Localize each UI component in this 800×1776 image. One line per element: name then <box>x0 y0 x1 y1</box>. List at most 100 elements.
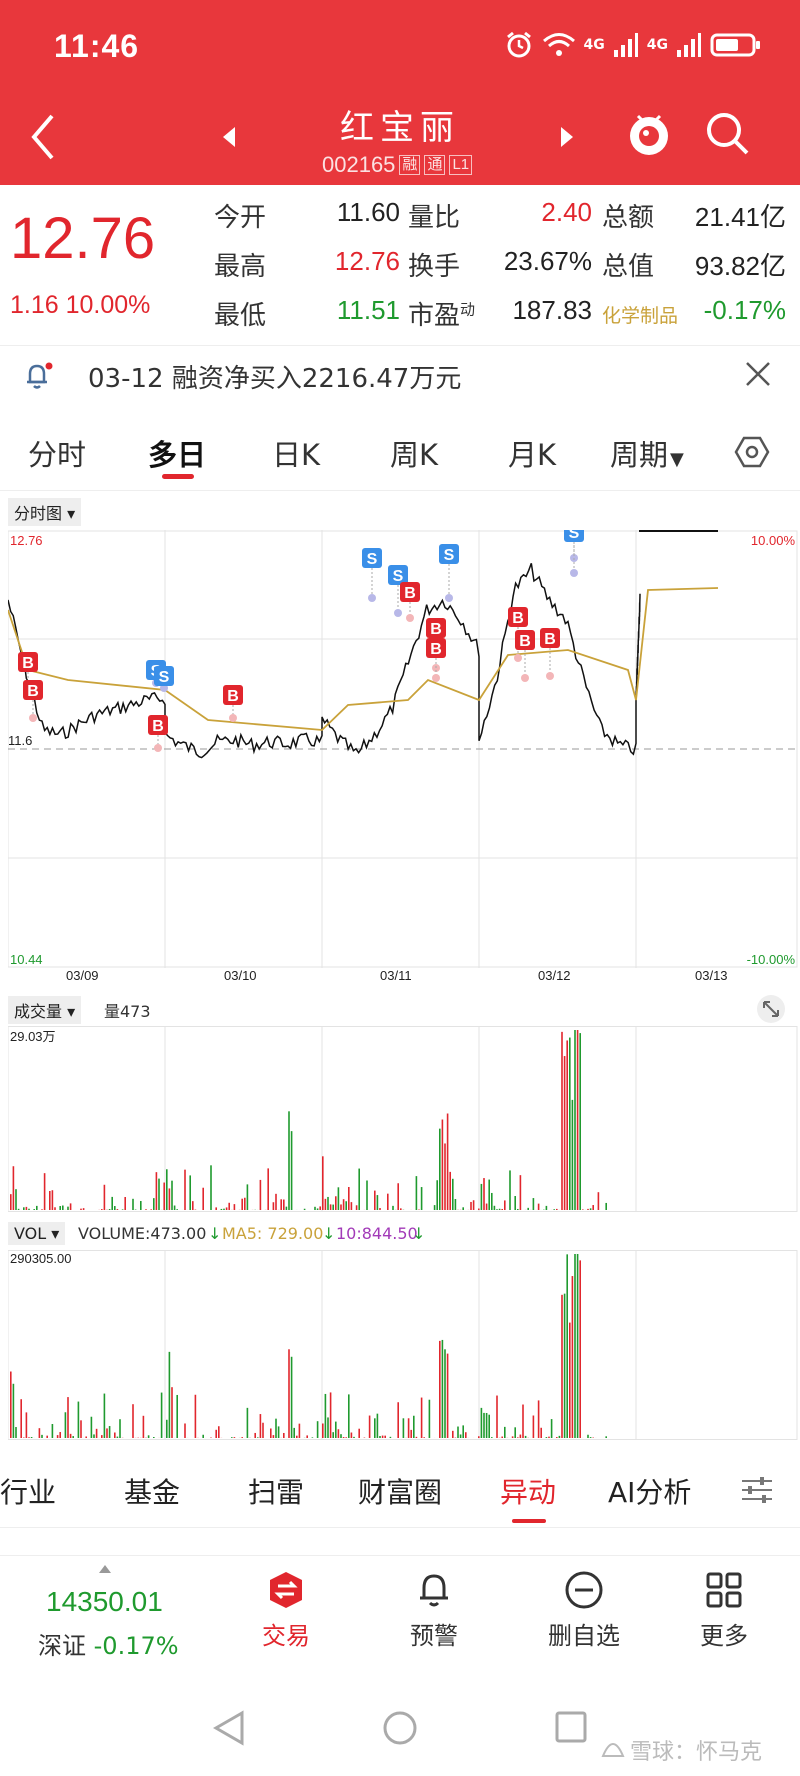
sell-marker[interactable]: S <box>439 544 459 602</box>
volume-bar <box>163 1182 165 1210</box>
remove-watchlist-button[interactable]: 删自选 <box>536 1570 632 1651</box>
settings-hexagon-icon[interactable] <box>734 434 770 470</box>
volume-ratio-value: 2.40 <box>541 197 592 227</box>
volume-bar <box>470 1201 472 1210</box>
volume-bar <box>571 1099 574 1210</box>
tab-daily-k[interactable]: 日K <box>272 432 320 474</box>
buy-marker[interactable]: B <box>400 582 420 622</box>
tab-settings-sliders-icon[interactable] <box>740 1475 774 1505</box>
info-tab-ai-analysis[interactable]: AI分析 <box>608 1471 691 1511</box>
buy-marker[interactable]: B <box>23 680 43 722</box>
sell-marker[interactable]: S <box>362 548 382 602</box>
nav-home-icon[interactable] <box>382 1710 418 1746</box>
volume-bar <box>280 1199 282 1210</box>
volume-bar <box>231 1437 233 1438</box>
tab-period[interactable]: 周期 ▼ <box>610 432 684 474</box>
volume-chart[interactable] <box>8 1026 798 1212</box>
svg-text:B: B <box>430 621 442 638</box>
volume-bar <box>306 1435 308 1438</box>
volume-bar <box>582 1209 584 1210</box>
volume-bar <box>184 1169 186 1210</box>
vol-indicator-grid <box>8 1250 798 1440</box>
volume-bar <box>25 1206 28 1210</box>
system-nav-bar: 雪球：怀马克 <box>0 1670 800 1776</box>
tab-monthly-k[interactable]: 月K <box>508 432 556 474</box>
trade-button[interactable]: 交易 <box>250 1570 322 1651</box>
volume-bar <box>41 1434 43 1438</box>
info-tab-risk-scan[interactable]: 扫雷 <box>248 1471 304 1511</box>
volume-bar <box>381 1435 384 1438</box>
volume-bar <box>43 1173 46 1210</box>
nav-back-icon[interactable] <box>212 1710 246 1746</box>
expand-icon[interactable] <box>756 994 786 1024</box>
volume-bar <box>392 1205 394 1210</box>
price-chart[interactable]: BBSSBBSSBBBSBBBSS <box>8 530 798 968</box>
volume-bar <box>106 1428 108 1438</box>
volume-bar <box>171 1180 173 1210</box>
volume-bar <box>556 1437 558 1438</box>
volume-bar <box>488 1414 490 1438</box>
volume-bar <box>257 1437 259 1438</box>
buy-marker[interactable]: B <box>223 685 243 722</box>
tab-intraday[interactable]: 分时 <box>28 432 86 474</box>
info-tab-fund[interactable]: 基金 <box>124 1471 180 1511</box>
vol-indicator-chart[interactable] <box>8 1250 798 1440</box>
industry-label[interactable]: 化学制品 <box>602 301 678 328</box>
volume-bar <box>428 1399 431 1438</box>
price-chart-selector[interactable]: 分时图 ▾ <box>8 498 82 526</box>
volume-bar <box>69 1433 72 1438</box>
index-value[interactable]: 14350.01 <box>46 1586 163 1618</box>
sell-marker[interactable]: S <box>154 666 174 692</box>
volume-bar <box>215 1429 217 1438</box>
alert-button[interactable]: 预警 <box>398 1570 470 1651</box>
volume-bar <box>259 1179 262 1210</box>
volume-bar <box>215 1207 217 1210</box>
volume-bar <box>124 1197 126 1210</box>
volume-bar <box>493 1205 496 1210</box>
volume-bar <box>28 1208 30 1210</box>
volume-bar <box>387 1193 389 1210</box>
notice-bar[interactable]: 03-12 融资净买入2216.47万元 <box>0 345 800 402</box>
nav-recents-icon[interactable] <box>554 1710 588 1744</box>
volume-bar <box>462 1207 464 1210</box>
index-row[interactable]: 深证 -0.17% <box>38 1626 179 1661</box>
mascot-icon[interactable] <box>624 108 674 158</box>
search-icon[interactable] <box>704 110 750 156</box>
volume-bar <box>153 1198 155 1210</box>
date-label-4: 03/12 <box>538 968 571 983</box>
volume-bar <box>537 1203 540 1210</box>
info-tab-unusual[interactable]: 异动 <box>500 1471 556 1511</box>
volume-bar <box>332 1432 334 1438</box>
volume-bar <box>10 1371 12 1438</box>
info-tab-industry[interactable]: 行业 <box>0 1471 56 1511</box>
volume-bar <box>413 1415 415 1438</box>
volume-bar <box>246 1407 249 1438</box>
close-icon[interactable] <box>744 360 772 388</box>
volume-bar <box>290 1356 293 1438</box>
volume-bar <box>569 1037 571 1210</box>
volume-bar <box>566 1040 568 1210</box>
volume-bar <box>298 1423 301 1438</box>
date-label-3: 03/11 <box>380 968 412 983</box>
low-label: 最低 <box>214 301 267 331</box>
info-tab-wealth-circle[interactable]: 财富圈 <box>358 1471 442 1511</box>
tab-weekly-k[interactable]: 周K <box>390 432 438 474</box>
volume-bar <box>452 1178 454 1210</box>
volume-chart-selector[interactable]: 成交量 ▾ <box>8 996 82 1024</box>
trade-label: 交易 <box>262 1622 310 1650</box>
signal-icon <box>613 33 638 57</box>
volume-bar <box>80 1420 82 1438</box>
buy-marker[interactable]: B <box>426 638 446 682</box>
volume-bar <box>246 1184 249 1210</box>
vol-indicator-selector[interactable]: VOL ▾ <box>8 1222 66 1245</box>
next-stock-icon[interactable] <box>560 126 574 148</box>
volume-bar <box>114 1206 116 1210</box>
buy-marker[interactable]: B <box>540 628 560 680</box>
tab-multiday[interactable]: 多日 <box>148 432 206 474</box>
wifi-icon <box>542 33 575 56</box>
minus-circle-icon <box>565 1571 603 1609</box>
volume-bar <box>587 1208 589 1210</box>
volume-bar <box>345 1437 347 1438</box>
more-button[interactable]: 更多 <box>688 1570 760 1651</box>
volume-bar <box>537 1400 540 1438</box>
